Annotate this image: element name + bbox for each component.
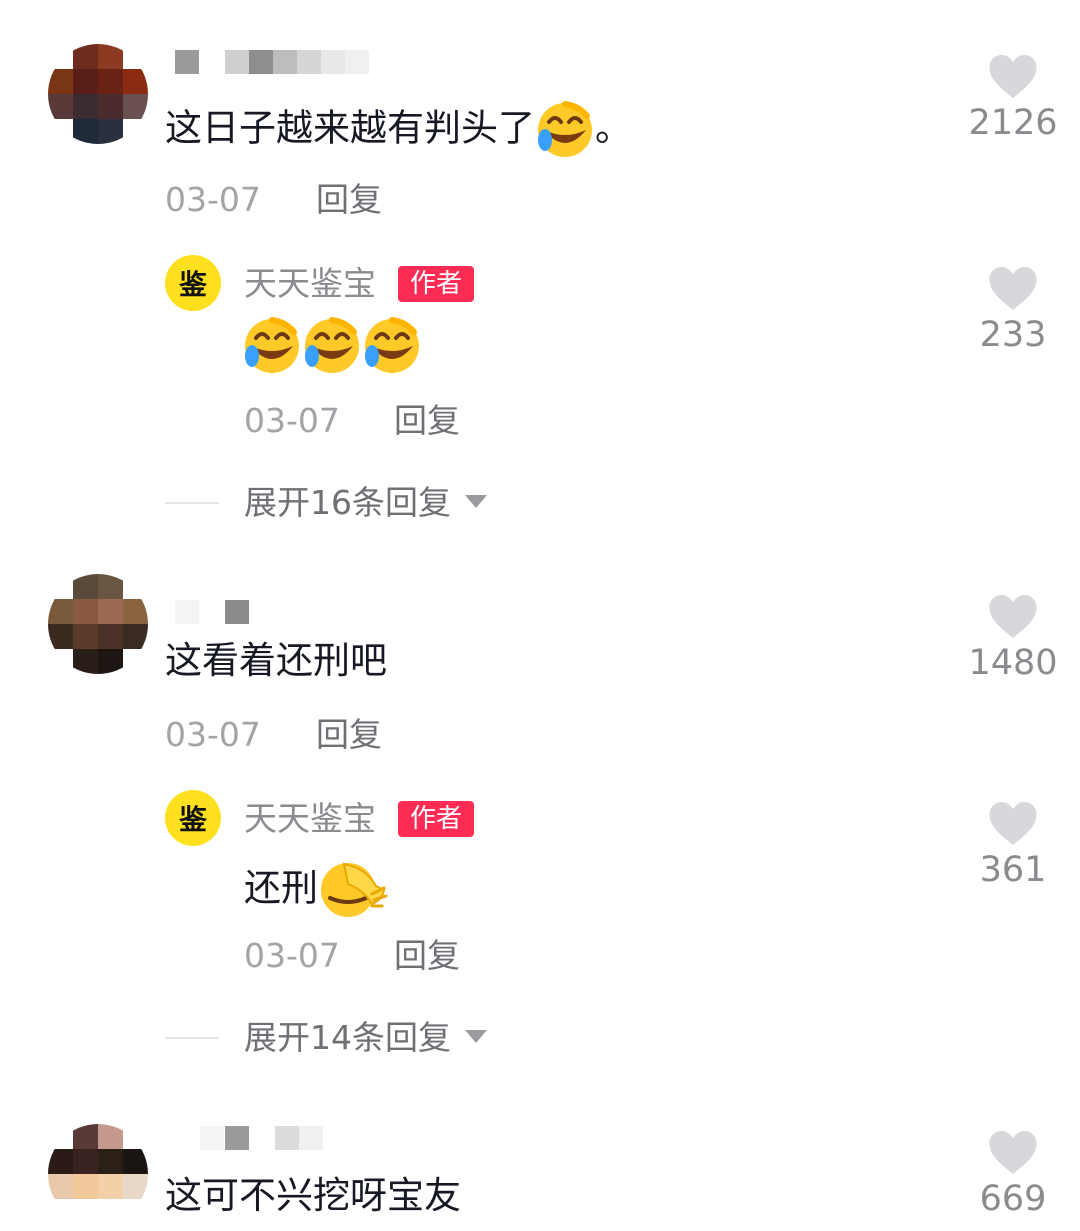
reply-text: 还刑 — [244, 860, 388, 920]
avatar[interactable] — [48, 44, 148, 144]
chevron-down-icon — [465, 495, 487, 508]
laugh-cry-emoji-icon — [535, 100, 595, 160]
comment-text: 这可不兴挖呀宝友 — [165, 1174, 461, 1217]
comment-date: 03-07 — [165, 715, 261, 754]
author-name[interactable]: 天天鉴宝 — [244, 799, 376, 839]
author-avatar[interactable]: 鉴 — [165, 790, 221, 846]
reply-emoji-row — [242, 316, 422, 376]
comment-text: 这日子越来越有判头了。 — [165, 100, 632, 160]
reply-button[interactable]: 回复 — [316, 715, 382, 755]
heart-icon — [988, 594, 1038, 639]
like-count: 2126 — [968, 103, 1058, 143]
like-count: 1480 — [968, 643, 1058, 683]
expand-label: 展开16条回复 — [244, 483, 451, 522]
heart-icon — [988, 1130, 1038, 1175]
author-avatar[interactable]: 鉴 — [165, 255, 221, 311]
comment-text: 这看着还刑吧 — [165, 639, 387, 682]
like-button[interactable]: 2126 — [963, 54, 1063, 143]
like-count: 361 — [979, 850, 1047, 890]
comment-date: 03-07 — [165, 180, 261, 219]
chevron-down-icon — [465, 1030, 487, 1043]
avatar[interactable] — [48, 1124, 148, 1224]
heart-icon — [988, 801, 1038, 846]
reply-button[interactable]: 回复 — [316, 180, 382, 220]
reply-button[interactable]: 回复 — [394, 936, 460, 976]
laugh-cry-emoji-icon — [242, 316, 302, 376]
like-count: 233 — [979, 315, 1047, 355]
expand-divider — [165, 502, 219, 504]
reply-date: 03-07 — [244, 401, 340, 440]
avatar[interactable] — [48, 574, 148, 674]
expand-label: 展开14条回复 — [244, 1018, 451, 1057]
like-button[interactable]: 1480 — [963, 594, 1063, 683]
laugh-cry-emoji-icon — [362, 316, 422, 376]
author-name[interactable]: 天天鉴宝 — [244, 264, 376, 304]
expand-replies-button[interactable]: 展开14条回复 — [244, 1018, 487, 1058]
like-count: 669 — [979, 1179, 1047, 1219]
reply-button[interactable]: 回复 — [394, 401, 460, 441]
laugh-cry-emoji-icon — [302, 316, 362, 376]
heart-icon — [988, 54, 1038, 99]
like-button[interactable]: 361 — [963, 801, 1063, 890]
reply-date: 03-07 — [244, 936, 340, 975]
expand-divider — [165, 1037, 219, 1039]
heart-icon — [988, 266, 1038, 311]
expand-replies-button[interactable]: 展开16条回复 — [244, 483, 487, 523]
facepalm-emoji-icon — [318, 860, 388, 920]
like-button[interactable]: 669 — [963, 1130, 1063, 1219]
author-badge: 作者 — [398, 266, 474, 302]
like-button[interactable]: 233 — [963, 266, 1063, 355]
author-badge: 作者 — [398, 801, 474, 837]
